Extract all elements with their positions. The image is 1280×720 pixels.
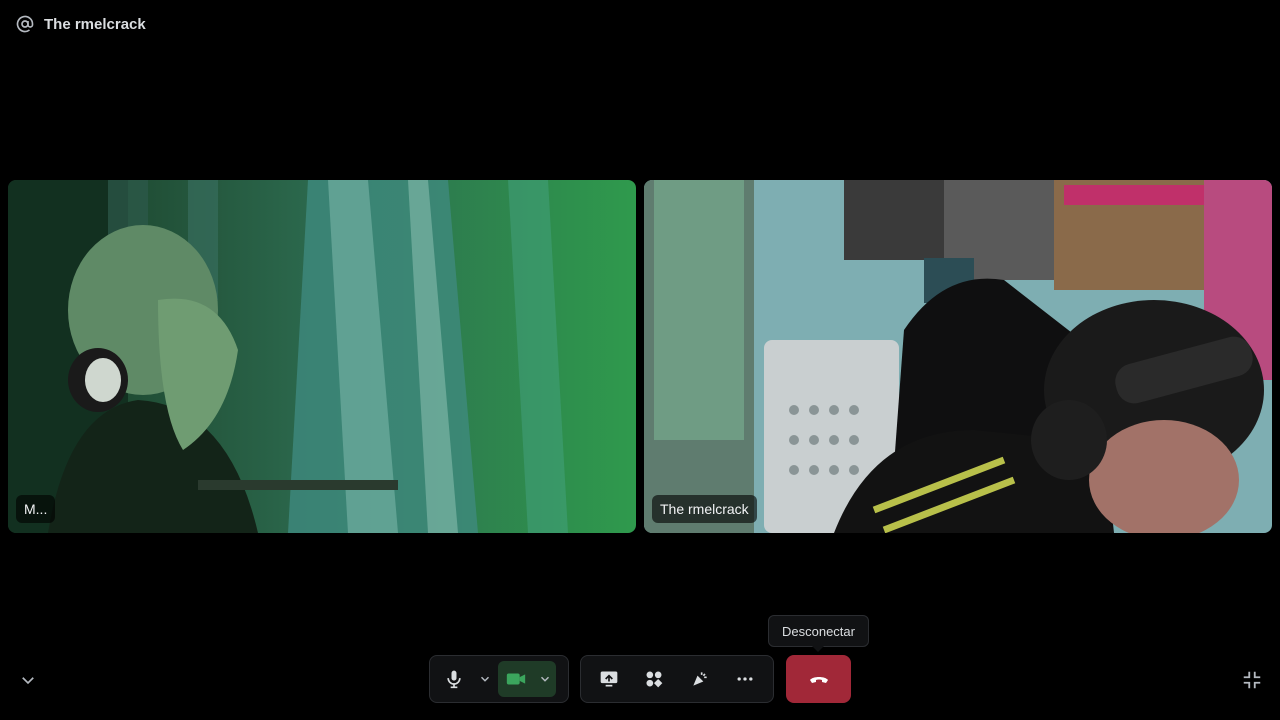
- soundboard-icon: [693, 672, 707, 686]
- video-feed: [644, 180, 1272, 533]
- exit-fullscreen-button[interactable]: [1239, 667, 1265, 693]
- participant-name-tag: M...: [16, 495, 56, 523]
- mute-button[interactable]: [436, 661, 472, 697]
- hangup-icon: [809, 677, 828, 683]
- video-feed: [8, 180, 636, 533]
- mic-options-button[interactable]: [474, 661, 496, 697]
- more-icon: [737, 677, 753, 681]
- screen-share-button[interactable]: [591, 661, 627, 697]
- camera-options-button[interactable]: [534, 661, 556, 697]
- collapse-call-button[interactable]: [16, 668, 40, 692]
- chevron-down-icon: [22, 677, 34, 685]
- call-header: The rmelcrack: [16, 12, 146, 36]
- screen-share-icon: [600, 671, 618, 687]
- chevron-down-icon: [540, 676, 550, 682]
- camera-toggle-group: [498, 661, 556, 697]
- audio-video-controls: [429, 655, 569, 703]
- activities-icon: [646, 671, 663, 688]
- disconnect-button[interactable]: [786, 655, 851, 703]
- camera-icon: [506, 673, 526, 685]
- call-actions-controls: [580, 655, 774, 703]
- chevron-down-icon: [480, 676, 490, 682]
- video-tile-participant-1[interactable]: M...: [8, 180, 636, 533]
- tooltip-arrow: [812, 646, 824, 652]
- soundboard-button[interactable]: [682, 661, 718, 697]
- microphone-icon: [447, 670, 461, 689]
- disconnect-tooltip: Desconectar: [768, 615, 869, 647]
- camera-button[interactable]: [498, 661, 534, 697]
- activities-button[interactable]: [636, 661, 672, 697]
- at-icon: [16, 15, 34, 33]
- more-options-button[interactable]: [727, 661, 763, 697]
- video-tile-participant-2[interactable]: The rmelcrack: [644, 180, 1272, 533]
- exit-fullscreen-icon: [1243, 671, 1261, 689]
- participant-name-tag: The rmelcrack: [652, 495, 757, 523]
- call-title: The rmelcrack: [44, 15, 146, 33]
